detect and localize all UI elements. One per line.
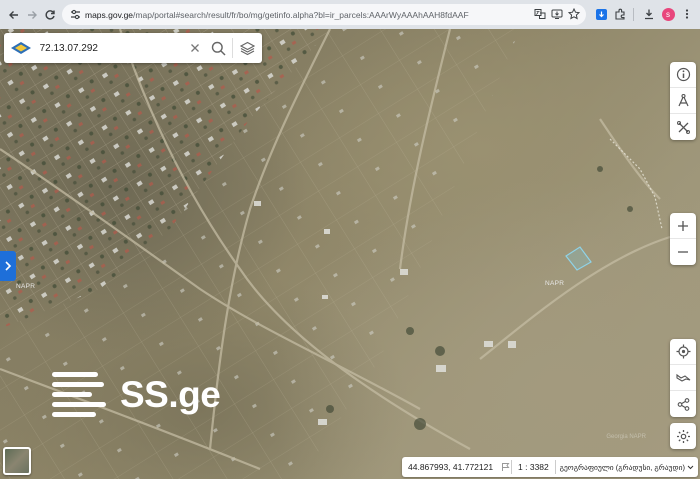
translate-button[interactable] (532, 6, 548, 22)
bookmark-button[interactable] (566, 6, 582, 22)
zoom-in-button[interactable] (670, 213, 696, 239)
ssge-watermark-text: SS.ge (120, 373, 221, 415)
extension-button[interactable] (592, 5, 610, 23)
arrow-left-icon (9, 11, 18, 19)
zoom-controls (670, 213, 696, 265)
info-tool-button[interactable] (670, 62, 696, 88)
translate-icon (534, 9, 546, 19)
map-icon (675, 373, 690, 382)
chevron-right-icon (5, 261, 12, 271)
search-box (4, 33, 262, 63)
map-tools-group (670, 62, 696, 140)
locate-button[interactable] (670, 339, 696, 365)
status-bar: 44.867993, 41.772121 1 : 3382 გეოგრაფიულ… (402, 457, 698, 477)
avatar: s (661, 7, 675, 21)
search-icon (211, 41, 226, 56)
layers-button[interactable] (235, 36, 259, 60)
print-map-button[interactable] (670, 365, 696, 391)
share-icon (677, 397, 689, 411)
minus-icon (678, 251, 688, 253)
arrow-right-icon (28, 11, 37, 19)
flag-icon (501, 463, 510, 471)
napr-logo[interactable] (4, 33, 38, 63)
side-panel-toggle[interactable] (0, 251, 16, 281)
toolbar-divider (633, 8, 634, 21)
settings-button[interactable] (670, 423, 696, 449)
measure-tool-button[interactable] (670, 88, 696, 114)
map-actions-group (670, 339, 696, 417)
install-button[interactable] (549, 6, 565, 22)
search-button[interactable] (207, 36, 231, 60)
profile-button[interactable]: s (659, 5, 677, 23)
close-icon (190, 44, 199, 52)
info-icon (676, 67, 690, 82)
site-info-button[interactable] (65, 5, 85, 25)
ssge-logo-icon (52, 372, 106, 417)
napr-logo-icon (10, 42, 31, 54)
plus-icon (678, 220, 688, 231)
puzzle-icon (614, 8, 625, 20)
url-host: maps.gov.ge (85, 9, 134, 20)
download-icon (645, 9, 653, 20)
extension-icon (595, 8, 607, 20)
reload-button[interactable] (39, 4, 61, 26)
map-view[interactable]: NAPR NAPR Georgia NAPR SS.ge 44.867993, … (0, 29, 700, 479)
gear-icon (676, 429, 690, 443)
tune-icon (70, 9, 80, 20)
map-label: NAPR (16, 283, 36, 290)
menu-button[interactable] (678, 5, 696, 23)
compass-icon (677, 93, 689, 107)
map-scale: 1 : 3382 (518, 462, 549, 472)
browser-toolbar: maps.gov.ge/map/portal#search/result/fr/… (0, 0, 700, 29)
map-label: NAPR (545, 280, 565, 287)
tools-icon (676, 120, 690, 134)
basemap-switcher[interactable] (3, 447, 31, 475)
search-input[interactable] (39, 42, 183, 54)
url-text: maps.gov.ge/map/portal#search/result/fr/… (85, 10, 525, 20)
reload-icon (45, 10, 55, 20)
share-button[interactable] (670, 391, 696, 417)
crosshair-icon (676, 344, 690, 359)
projection-select[interactable]: გეოგრაფიული (გრადუსი, გრაუდი) (556, 463, 698, 472)
address-bar[interactable]: maps.gov.ge/map/portal#search/result/fr/… (62, 4, 586, 25)
kebab-menu-icon (685, 9, 689, 19)
clear-button[interactable] (183, 36, 207, 60)
star-icon (568, 8, 580, 20)
puzzle-button[interactable] (611, 5, 629, 23)
url-path: /map/portal#search/result/fr/bo/mg/getin… (133, 9, 469, 20)
layers-icon (239, 41, 255, 55)
chevron-down-icon (687, 465, 694, 469)
download-button[interactable] (640, 5, 658, 23)
ssge-watermark: SS.ge (52, 372, 221, 417)
draw-tool-button[interactable] (670, 114, 696, 140)
search-divider (232, 38, 234, 58)
pin-coordinates-button[interactable] (499, 462, 511, 472)
zoom-out-button[interactable] (670, 239, 696, 265)
projection-label: გეოგრაფიული (გრადუსი, გრაუდი) (559, 462, 685, 472)
cursor-coordinates: 44.867993, 41.772121 (408, 462, 494, 472)
install-icon (551, 9, 563, 19)
faint-watermark: Georgia NAPR (606, 434, 646, 440)
